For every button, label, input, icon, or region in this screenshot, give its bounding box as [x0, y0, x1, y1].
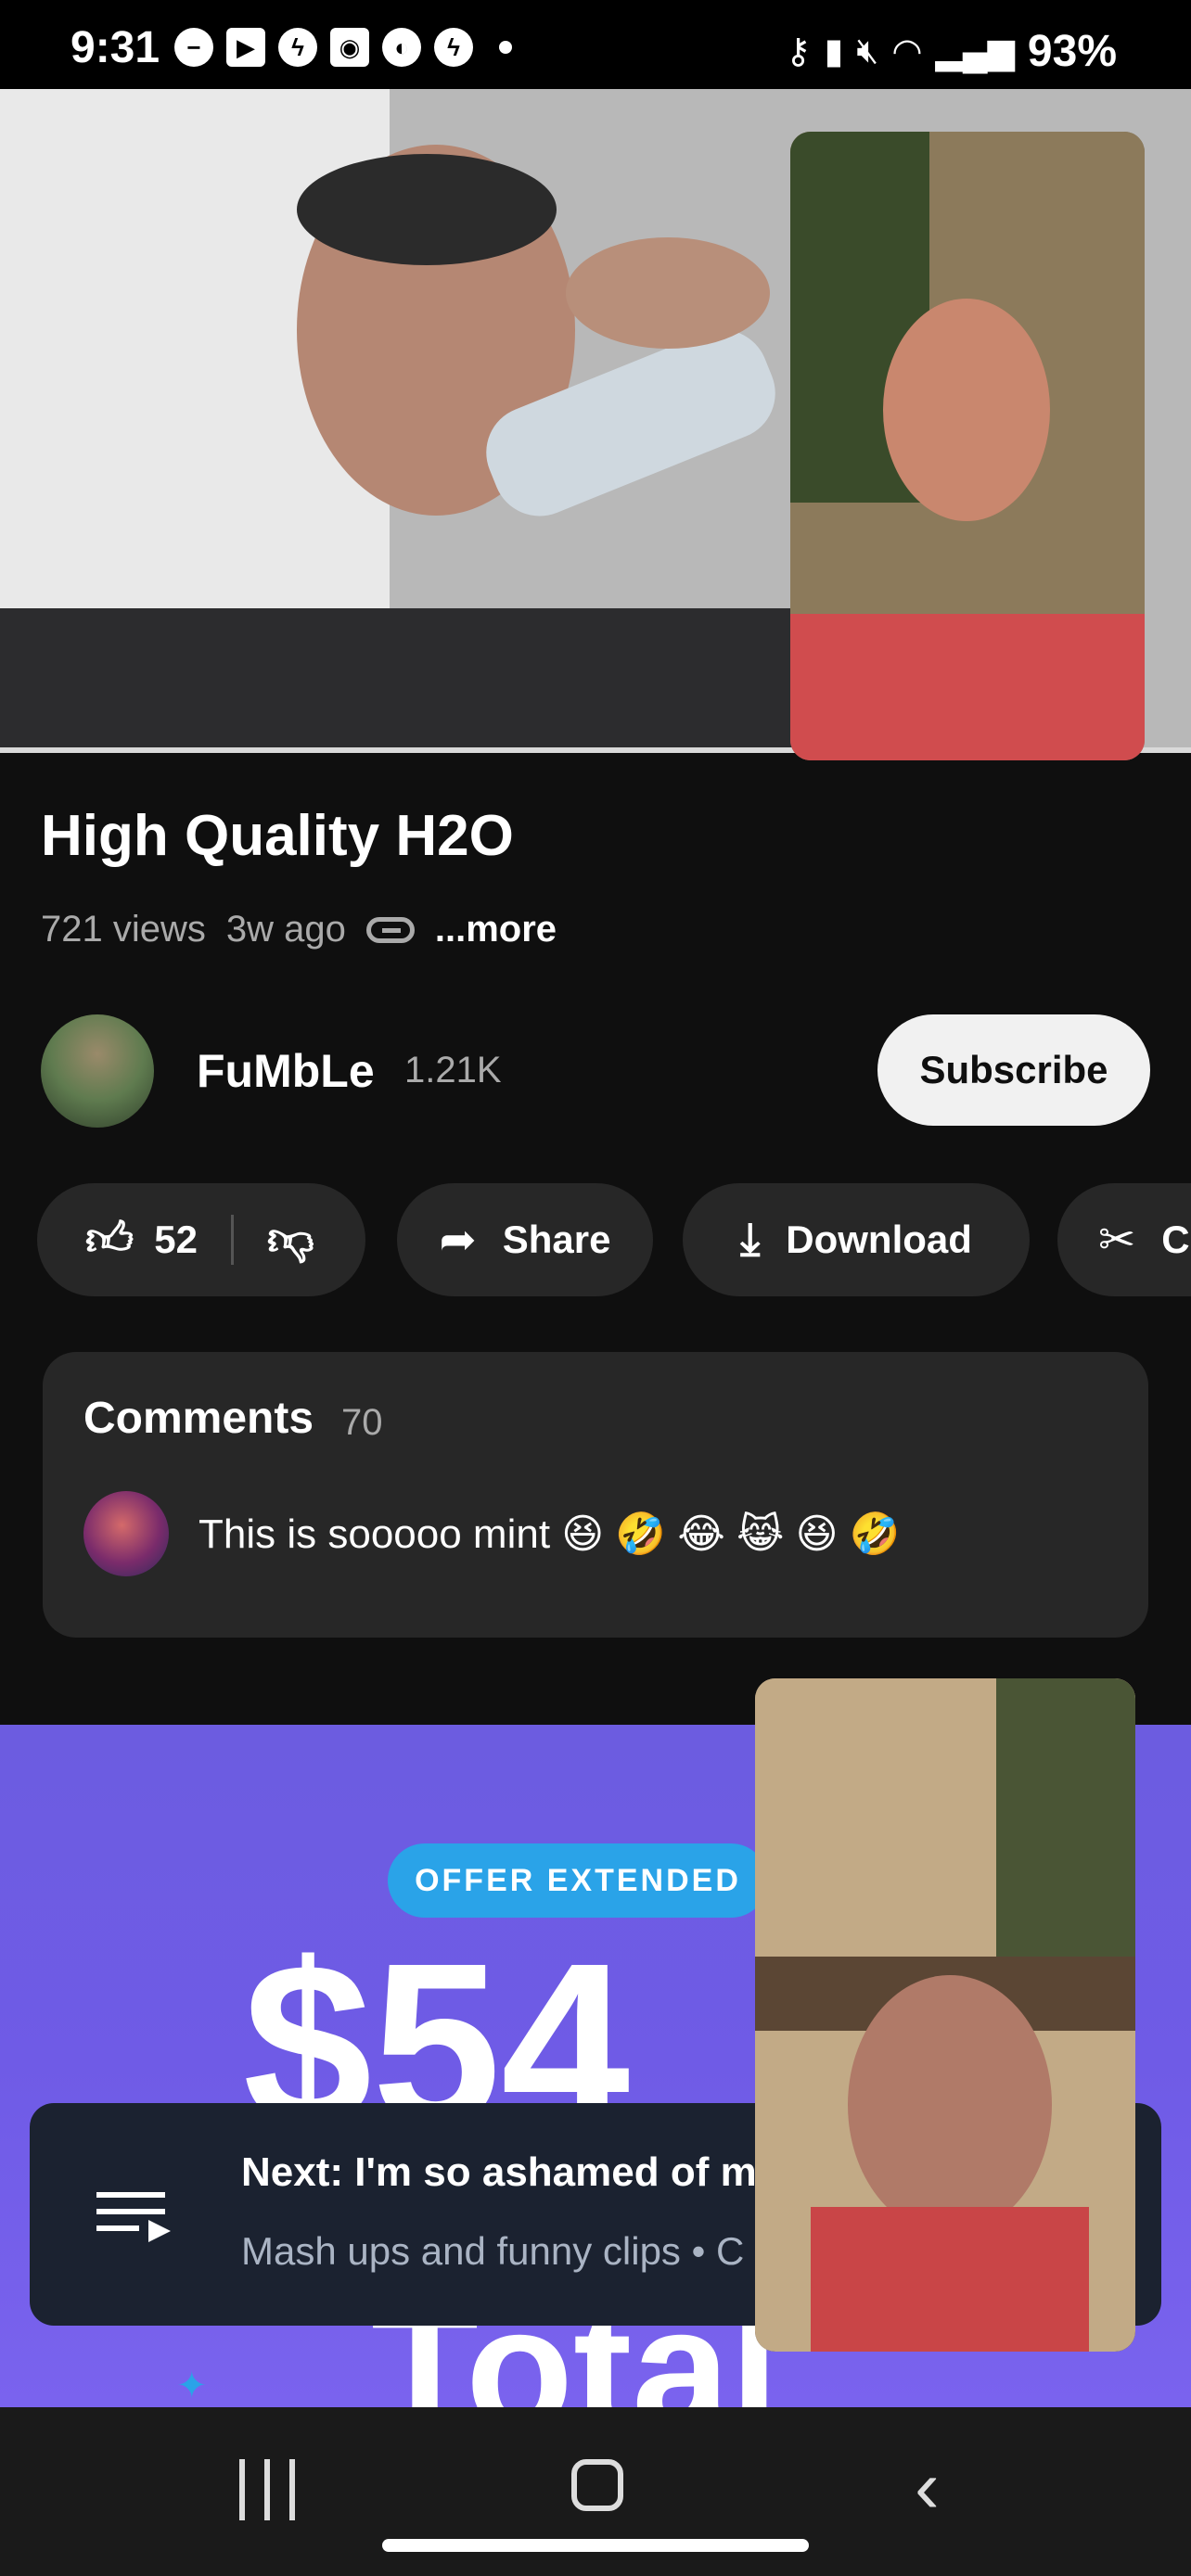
clip-label: C — [1161, 1218, 1190, 1261]
mute-icon: 🔇︎ — [856, 32, 879, 70]
video-meta[interactable]: 721 views 3w ago ...more — [41, 909, 557, 950]
comments-card[interactable]: Comments 70 This is sooooo mint 😆 🤣 😂 😹 … — [43, 1352, 1148, 1638]
signal-icon: ▂▄▆ — [935, 32, 1015, 71]
pip-self-frame — [755, 1678, 1135, 2352]
do-not-disturb-icon: − — [174, 28, 213, 67]
recent-apps-button[interactable] — [239, 2459, 295, 2520]
wifi-icon: ◠ — [891, 32, 923, 71]
channel-name[interactable]: FuMbLe — [197, 1044, 375, 1098]
more-button[interactable]: ...more — [435, 909, 557, 950]
upload-age: 3w ago — [225, 909, 346, 950]
status-time: 9:31 — [70, 23, 160, 72]
pip-frame — [790, 132, 1145, 760]
home-button[interactable] — [571, 2459, 623, 2511]
commenter-avatar — [83, 1491, 169, 1576]
comments-title: Comments — [83, 1394, 314, 1443]
clip-button[interactable]: ✂ C — [1057, 1183, 1191, 1296]
key-icon: ⚷ — [785, 32, 812, 71]
next-video-channel: Mash ups and funny clips • C — [241, 2229, 745, 2273]
scissors-icon: ✂ — [1098, 1216, 1136, 1265]
app-icon: ◉ — [330, 28, 369, 67]
view-count: 721 views — [41, 909, 206, 950]
subscribe-button[interactable]: Subscribe — [877, 1014, 1150, 1126]
sparkle-icon: ✦ — [176, 2366, 208, 2406]
like-count[interactable]: 52 — [154, 1218, 198, 1262]
battery-level: 93% — [1027, 27, 1117, 76]
share-label: Share — [502, 1218, 611, 1261]
ad-badge: OFFER EXTENDED — [388, 1843, 768, 1918]
dot-icon — [499, 41, 512, 54]
dislike-icon[interactable]: 👎︎ — [267, 1212, 314, 1268]
action-bar: 👍︎ 52 👎︎ ➦ Share ⤓ Download ✂ C — [37, 1183, 1191, 1296]
queue-icon — [96, 2192, 171, 2242]
download-button[interactable]: ⤓ Download — [683, 1183, 1030, 1296]
channel-avatar[interactable] — [41, 1014, 154, 1128]
status-bar: 9:31 − ▶ ϟ ◉ ◐ ϟ ⚷ ▮ 🔇︎ ◠ ▂▄▆ 93% — [0, 0, 1191, 89]
download-icon: ⤓ — [740, 1215, 761, 1264]
link-icon — [365, 916, 415, 943]
pip-self-view[interactable] — [755, 1678, 1135, 2352]
share-button[interactable]: ➦ Share — [397, 1183, 653, 1296]
back-button[interactable]: ‹ — [915, 2444, 940, 2530]
sync-icon: ◐ — [382, 28, 421, 67]
next-video-title: Next: I'm so ashamed of my — [241, 2149, 780, 2195]
battery-saver-icon: ▮ — [824, 32, 844, 71]
messenger-icon: ϟ — [278, 28, 317, 67]
channel-row[interactable]: FuMbLe 1.21K Subscribe — [41, 1013, 1150, 1128]
like-icon[interactable]: 👍︎ — [85, 1212, 134, 1268]
video-title: High Quality H2O — [41, 804, 514, 868]
messenger-icon: ϟ — [434, 28, 473, 67]
download-label: Download — [786, 1218, 972, 1261]
subscriber-count: 1.21K — [404, 1050, 502, 1090]
pip-video-call[interactable] — [790, 132, 1145, 760]
like-dislike-pill: 👍︎ 52 👎︎ — [37, 1183, 365, 1296]
share-icon: ➦ — [439, 1216, 477, 1265]
home-indicator[interactable] — [382, 2539, 809, 2552]
divider — [230, 1215, 234, 1265]
comments-count: 70 — [341, 1402, 383, 1443]
notification-icons: − ▶ ϟ ◉ ◐ ϟ — [174, 28, 512, 67]
top-comment: This is sooooo mint 😆 🤣 😂 😹 😆 🤣 — [198, 1511, 901, 1557]
system-icons: ⚷ ▮ 🔇︎ ◠ ▂▄▆ 93% — [786, 26, 1117, 77]
video-call-icon: ▶ — [226, 28, 265, 67]
